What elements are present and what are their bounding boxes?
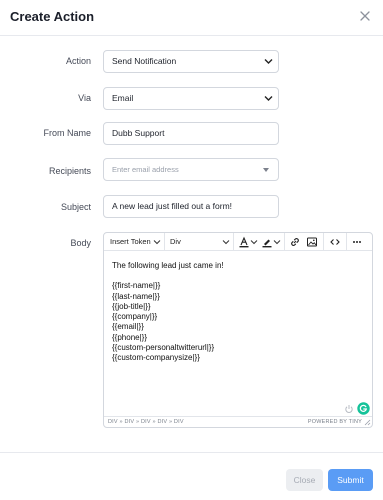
power-icon[interactable] — [344, 404, 354, 414]
more-options-icon[interactable] — [351, 236, 363, 248]
recipients-input[interactable]: Enter email address — [103, 158, 279, 181]
dialog-footer: Close Submit — [0, 452, 383, 500]
link-icon[interactable] — [289, 236, 301, 248]
grammarly-icon[interactable] — [357, 402, 370, 415]
chevron-down-icon — [264, 96, 273, 101]
insert-token-label: Insert Token — [110, 237, 151, 246]
submit-button[interactable]: Submit — [328, 469, 373, 491]
content-token: {{phone|}} — [112, 332, 148, 342]
recipients-placeholder: Enter email address — [112, 165, 179, 174]
block-format-label: Div — [170, 237, 181, 246]
via-select[interactable]: Email — [103, 87, 279, 110]
via-select-value: Email — [112, 93, 134, 103]
text-color-icon[interactable] — [238, 236, 250, 248]
chevron-down-icon — [264, 59, 273, 64]
from-name-input[interactable]: Dubb Support — [103, 122, 279, 145]
chevron-down-icon — [222, 240, 230, 245]
image-icon[interactable] — [306, 236, 318, 248]
from-name-label: From Name — [43, 128, 91, 138]
action-select[interactable]: Send Notification — [103, 50, 279, 73]
subject-label: Subject — [60, 202, 91, 212]
content-token: {{custom-personaltwitterurl|}} — [112, 343, 215, 353]
subject-value: A new lead just filled out a form! — [112, 201, 233, 211]
content-intro: The following lead just came in! — [112, 261, 224, 270]
caret-down-icon[interactable] — [263, 168, 269, 172]
content-token: {{first-name|}} — [112, 281, 161, 291]
content-token: {{last-name|}} — [112, 291, 160, 301]
block-format-dropdown[interactable]: Div — [170, 233, 181, 251]
close-icon[interactable] — [358, 9, 372, 23]
resize-handle-icon[interactable] — [363, 418, 371, 426]
insert-token-dropdown[interactable]: Insert Token — [110, 233, 151, 251]
powered-by-tiny[interactable]: POWERED BY TINY — [308, 419, 362, 425]
chevron-down-icon — [153, 240, 161, 245]
chevron-down-icon[interactable] — [273, 237, 281, 247]
from-name-value: Dubb Support — [112, 128, 165, 138]
highlight-color-icon[interactable] — [261, 236, 273, 248]
dialog-header: Create Action — [0, 0, 383, 36]
recipients-label: Recipients — [48, 166, 91, 176]
editor-statusbar: DIV » DIV » DIV » DIV » DIV POWERED BY T… — [104, 416, 372, 427]
source-code-icon[interactable] — [329, 236, 341, 248]
editor-content[interactable]: The following lead just came in! {{first… — [112, 261, 362, 364]
action-label: Action — [65, 56, 91, 66]
rich-text-editor[interactable]: Insert Token Div The following lead just… — [103, 232, 373, 428]
content-token: {{custom-companysize|}} — [112, 353, 200, 363]
content-token: {{company|}} — [112, 312, 158, 322]
body-label: Body — [70, 238, 91, 248]
editor-toolbar: Insert Token Div — [104, 233, 372, 251]
element-path[interactable]: DIV » DIV » DIV » DIV » DIV — [108, 419, 184, 425]
content-token: {{email|}} — [112, 322, 144, 332]
action-select-value: Send Notification — [112, 56, 177, 66]
close-button[interactable]: Close — [286, 469, 323, 491]
content-token: {{job-title|}} — [112, 301, 151, 311]
subject-input[interactable]: A new lead just filled out a form! — [103, 195, 279, 218]
dialog-title: Create Action — [10, 9, 95, 24]
chevron-down-icon[interactable] — [250, 237, 258, 247]
via-label: Via — [78, 93, 91, 103]
